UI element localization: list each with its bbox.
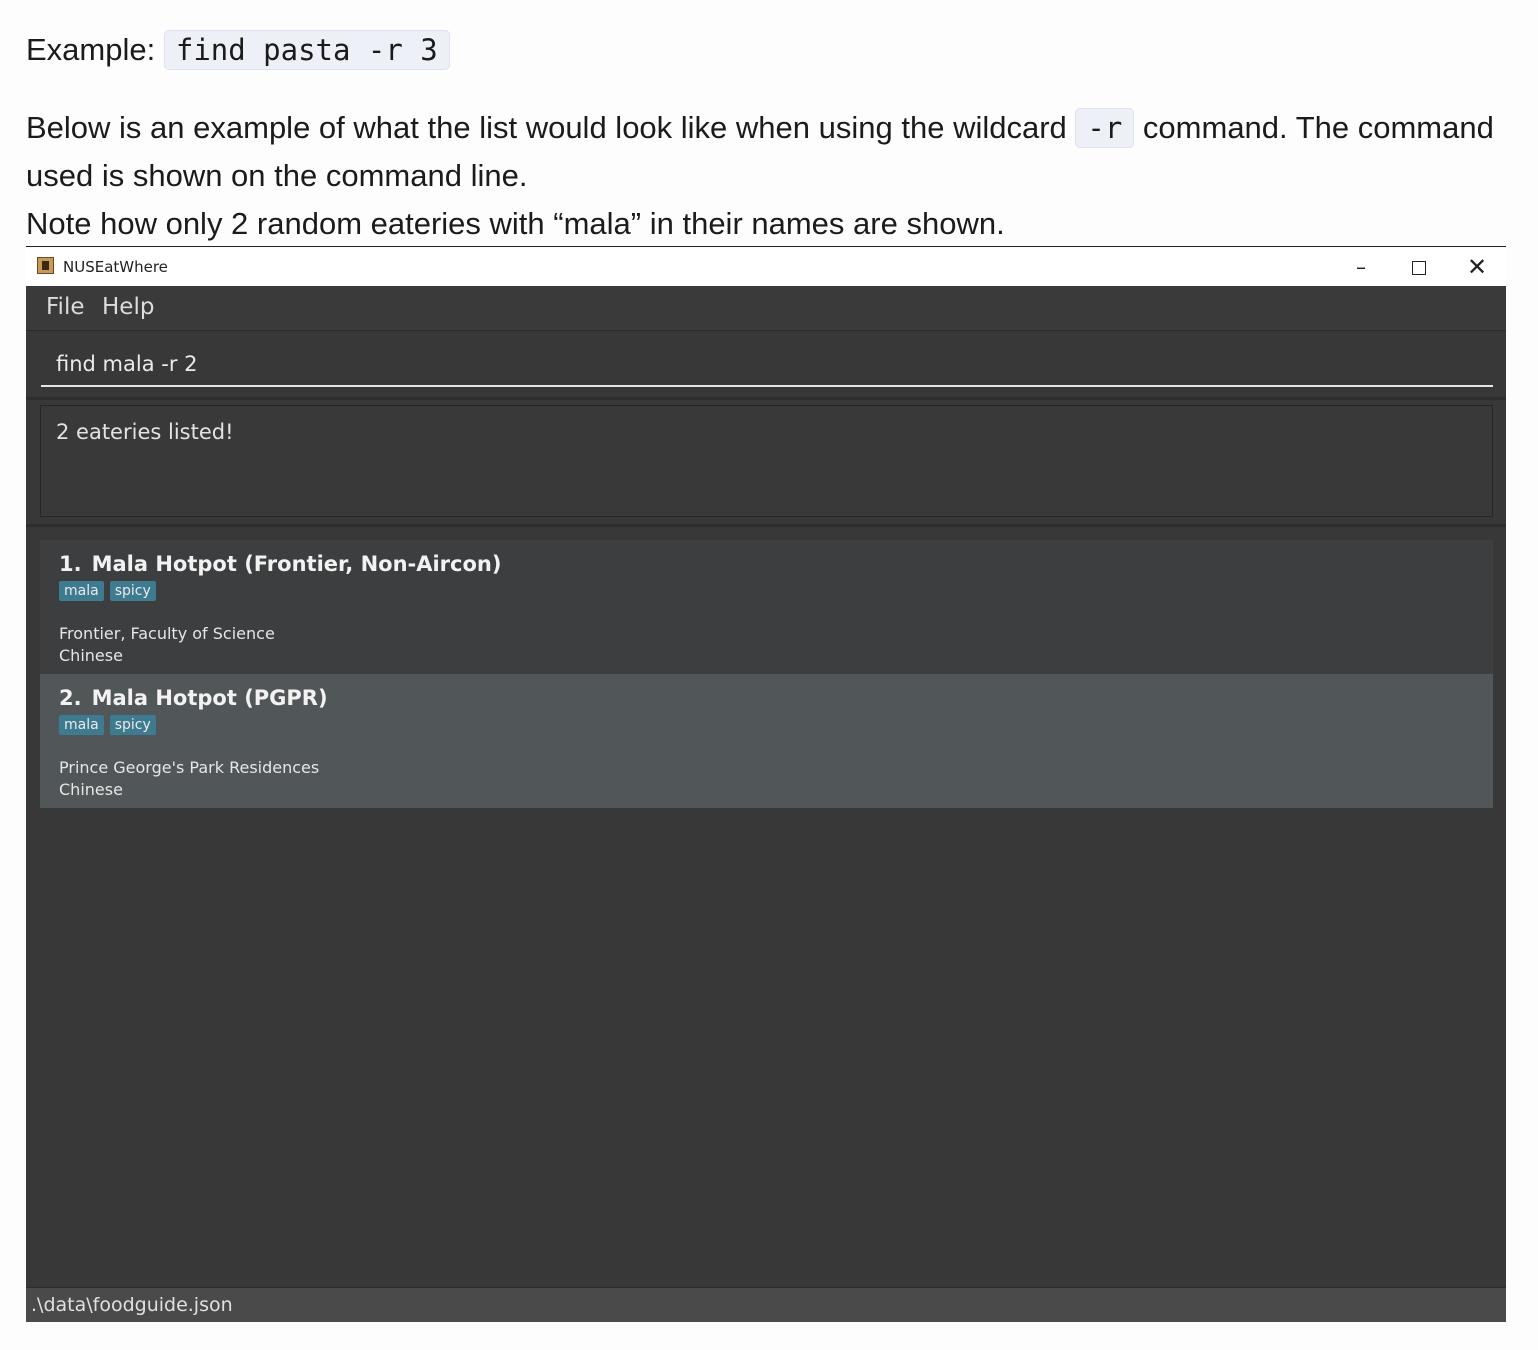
divider xyxy=(26,246,1506,247)
wildcard-code: -r xyxy=(1075,108,1135,148)
eatery-index: 2. xyxy=(59,686,82,710)
eatery-list[interactable]: 1. Mala Hotpot (Frontier, Non-Aircon) mal… xyxy=(40,540,1493,808)
minimize-button[interactable]: – xyxy=(1338,252,1384,282)
description-text-1: Below is an example of what the list wou… xyxy=(26,110,1076,145)
result-display-area: 2 eateries listed! xyxy=(26,400,1506,527)
command-input[interactable] xyxy=(41,343,1493,387)
status-bar: .\data\foodguide.json xyxy=(26,1287,1506,1322)
tag: mala xyxy=(59,581,104,601)
title-bar[interactable]: NUSEatWhere – ✕ xyxy=(26,248,1506,286)
eatery-name: Mala Hotpot (Frontier, Non-Aircon) xyxy=(91,552,502,576)
eatery-cuisine: Chinese xyxy=(59,780,123,799)
tag: spicy xyxy=(109,715,156,735)
eatery-name: Mala Hotpot (PGPR) xyxy=(91,686,328,710)
eatery-index: 1. xyxy=(59,552,82,576)
result-display: 2 eateries listed! xyxy=(40,405,1493,517)
menu-bar: File Help xyxy=(26,286,1506,331)
close-icon: ✕ xyxy=(1466,253,1488,281)
eatery-tags: mala spicy xyxy=(59,715,1474,739)
eatery-cuisine: Chinese xyxy=(59,646,123,665)
eatery-title: 2. Mala Hotpot (PGPR) xyxy=(59,686,1474,710)
minimize-icon: – xyxy=(1356,255,1366,279)
example-code: find pasta -r 3 xyxy=(163,30,450,70)
menu-help[interactable]: Help xyxy=(102,294,154,320)
eatery-title: 1. Mala Hotpot (Frontier, Non-Aircon) xyxy=(59,552,1474,576)
note-text: Note how only 2 random eateries with “ma… xyxy=(26,206,1005,241)
maximize-button[interactable] xyxy=(1396,252,1442,282)
eatery-card[interactable]: 2. Mala Hotpot (PGPR) mala spicy Prince Ge… xyxy=(40,674,1493,808)
data-file-path: .\data\foodguide.json xyxy=(31,1294,233,1316)
maximize-icon xyxy=(1412,261,1426,275)
eatery-tags: mala spicy xyxy=(59,581,1474,605)
menu-file[interactable]: File xyxy=(46,294,85,320)
tag: mala xyxy=(59,715,104,735)
example-line: Example: find pasta -r 3 xyxy=(26,26,450,74)
example-label: Example: xyxy=(26,32,156,67)
command-box xyxy=(26,331,1506,400)
eatery-location: Prince George's Park Residences xyxy=(59,758,320,777)
window-title: NUSEatWhere xyxy=(63,258,168,276)
tag: spicy xyxy=(109,581,156,601)
app-window: NUSEatWhere – ✕ File Help 2 eateries lis… xyxy=(26,248,1506,1322)
close-button[interactable]: ✕ xyxy=(1454,252,1500,282)
app-icon xyxy=(37,257,54,274)
description-paragraph: Below is an example of what the list wou… xyxy=(26,104,1496,248)
eatery-location: Frontier, Faculty of Science xyxy=(59,624,275,643)
eatery-card[interactable]: 1. Mala Hotpot (Frontier, Non-Aircon) mal… xyxy=(40,540,1493,674)
